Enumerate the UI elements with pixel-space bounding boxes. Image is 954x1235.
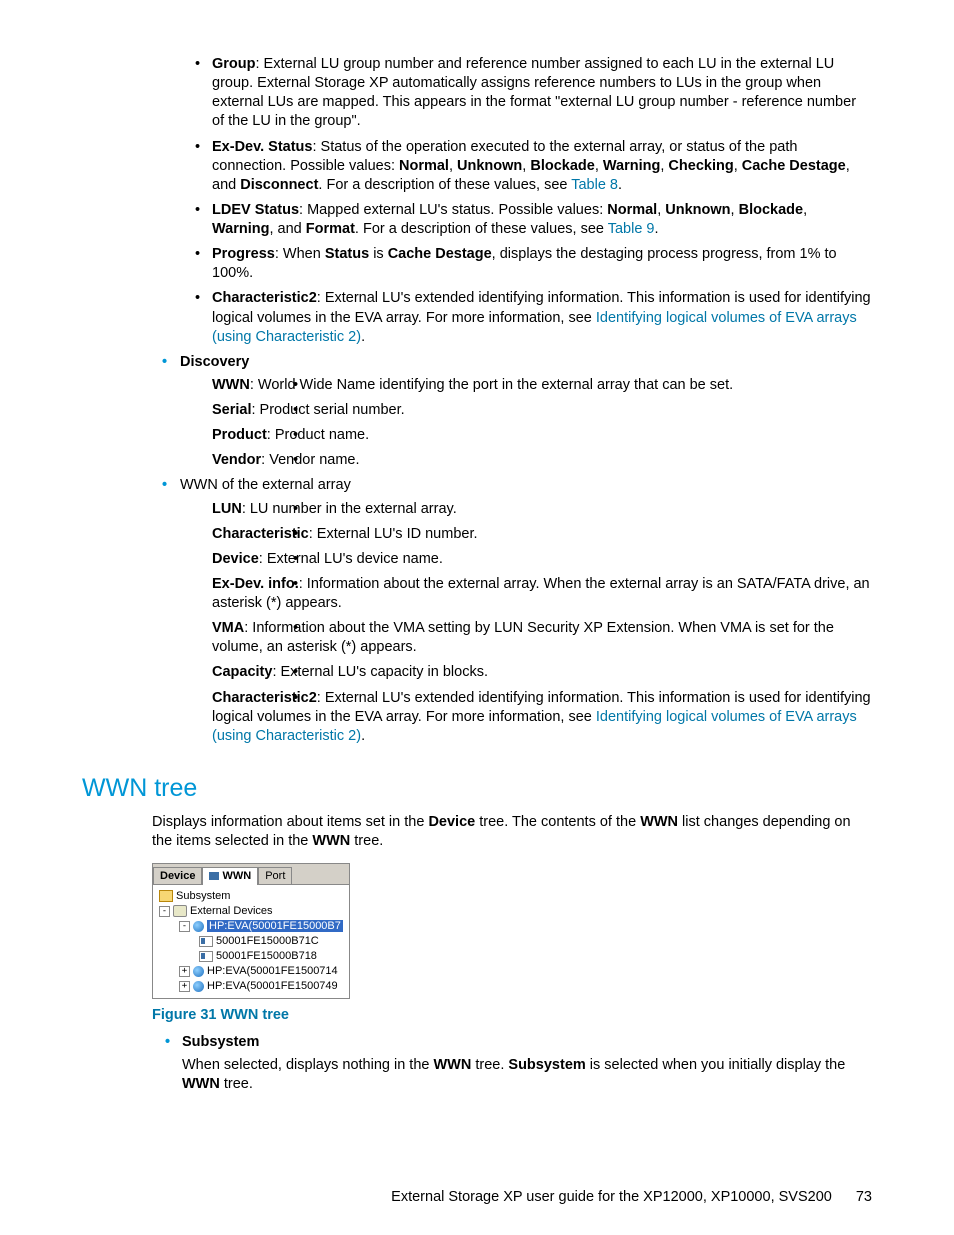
tree-node[interactable]: +HP:EVA(50001FE1500749: [155, 979, 347, 993]
term: Ex-Dev. Status: [212, 139, 312, 155]
list-item: Product: Product name.: [180, 426, 872, 445]
list-item: Characteristic2: External LU's extended …: [180, 689, 872, 746]
text: : External LU group number and reference…: [212, 56, 856, 129]
list-item: Device: External LU's device name.: [180, 550, 872, 569]
list-item: Ex-Dev. info.: Information about the ext…: [180, 575, 872, 613]
globe-icon: [193, 921, 204, 932]
figure-wwn-tree: Device WWN Port Subsystem -External Devi…: [82, 863, 872, 1094]
folder-icon: [159, 890, 173, 902]
list-item: Discovery WWN: World Wide Name identifyi…: [82, 353, 872, 471]
heading: WWN of the external array: [180, 477, 351, 493]
tree-body: Subsystem -External Devices -HP:EVA(5000…: [153, 885, 349, 998]
list-item: WWN: World Wide Name identifying the por…: [180, 376, 872, 395]
list-item: LUN: LU number in the external array.: [180, 500, 872, 519]
list-item: WWN of the external array LUN: LU number…: [82, 476, 872, 746]
expand-icon[interactable]: +: [179, 981, 190, 992]
list-item: Subsystem: [152, 1033, 872, 1052]
list-item: Ex-Dev. Status: Status of the operation …: [82, 138, 872, 195]
term: Progress: [212, 246, 275, 262]
page-footer: External Storage XP user guide for the X…: [391, 1189, 872, 1205]
list-item: Vendor: Vendor name.: [180, 451, 872, 470]
discovery-group: Discovery WWN: World Wide Name identifyi…: [82, 353, 872, 746]
tree-leaf[interactable]: 50001FE15000B71C: [155, 934, 347, 948]
globe-icon: [193, 981, 204, 992]
page-number: 73: [856, 1189, 872, 1205]
list-item: Progress: When Status is Cache Destage, …: [82, 245, 872, 283]
tab-port[interactable]: Port: [258, 867, 292, 884]
section-paragraph: Displays information about items set in …: [82, 813, 872, 851]
list-item: Characteristic: External LU's ID number.: [180, 525, 872, 544]
collapse-icon[interactable]: -: [179, 921, 190, 932]
list-item: Characteristic2: External LU's extended …: [82, 289, 872, 346]
list-item: VMA: Information about the VMA setting b…: [180, 619, 872, 657]
list-item: Group: External LU group number and refe…: [82, 55, 872, 132]
footer-text: External Storage XP user guide for the X…: [391, 1189, 832, 1205]
list-item: LDEV Status: Mapped external LU's status…: [82, 201, 872, 239]
expand-icon[interactable]: +: [179, 966, 190, 977]
term: Subsystem: [182, 1034, 259, 1050]
figure-caption: Figure 31 WWN tree: [152, 1007, 872, 1023]
port-icon: [199, 951, 213, 962]
port-icon: [199, 936, 213, 947]
tab-bar: Device WWN Port: [153, 864, 349, 885]
tab-wwn[interactable]: WWN: [202, 867, 258, 885]
section-heading: WWN tree: [82, 774, 872, 803]
tree-leaf[interactable]: 50001FE15000B718: [155, 949, 347, 963]
paragraph: When selected, displays nothing in the W…: [152, 1056, 872, 1094]
list-item: Serial: Product serial number.: [180, 401, 872, 420]
device-icon: [173, 905, 187, 917]
field-list: Group: External LU group number and refe…: [82, 55, 872, 347]
tab-device[interactable]: Device: [153, 867, 202, 884]
table-link[interactable]: Table 8: [571, 177, 618, 193]
term: LDEV Status: [212, 202, 299, 218]
tree-node-subsystem[interactable]: Subsystem: [155, 889, 347, 903]
term: Discovery: [180, 354, 249, 370]
tree-panel: Device WWN Port Subsystem -External Devi…: [152, 863, 350, 999]
term: Characteristic2: [212, 290, 317, 306]
collapse-icon[interactable]: -: [159, 906, 170, 917]
tree-node[interactable]: -HP:EVA(50001FE15000B7: [155, 919, 347, 933]
document-page: Group: External LU group number and refe…: [0, 0, 954, 1235]
tree-node[interactable]: +HP:EVA(50001FE1500714: [155, 964, 347, 978]
table-link[interactable]: Table 9: [608, 221, 655, 237]
wwn-icon: [209, 872, 219, 880]
term: Group: [212, 56, 256, 72]
tree-node-external-devices[interactable]: -External Devices: [155, 904, 347, 918]
list-item: Capacity: External LU's capacity in bloc…: [180, 663, 872, 682]
globe-icon: [193, 966, 204, 977]
